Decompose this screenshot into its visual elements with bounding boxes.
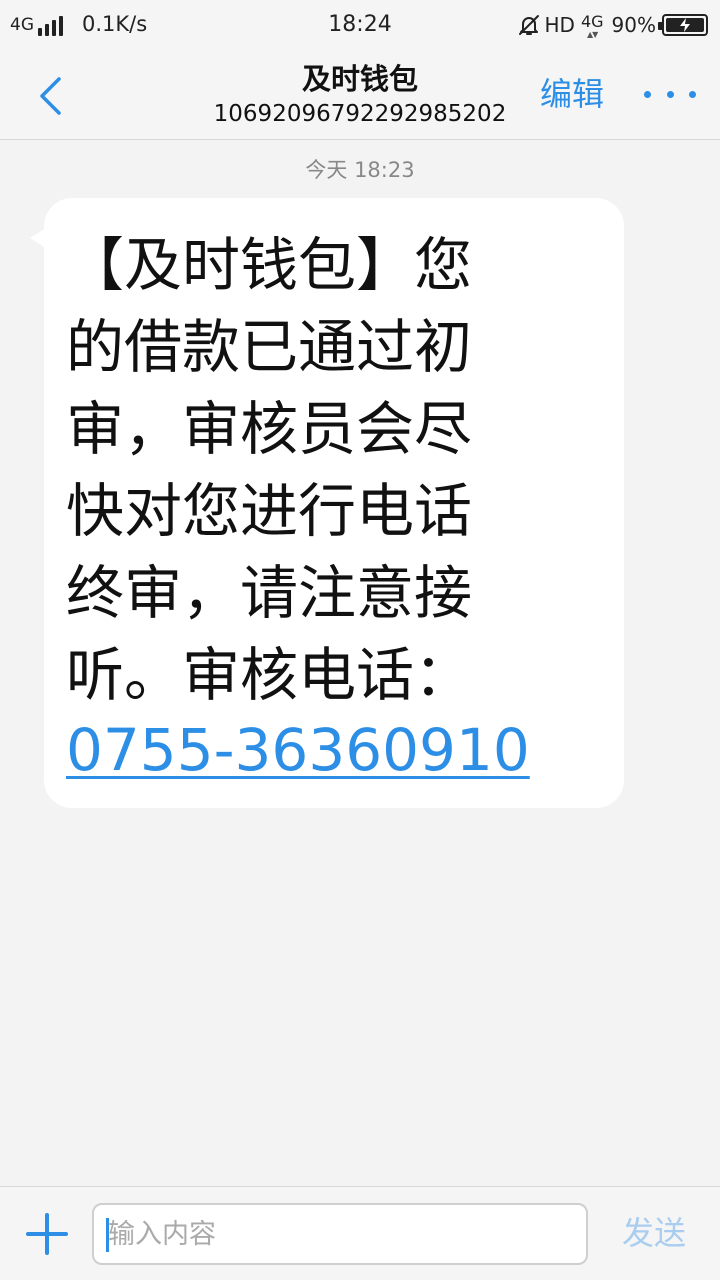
more-dots-icon bbox=[644, 90, 651, 98]
more-dots-icon bbox=[689, 90, 696, 98]
battery-percent: 90% bbox=[611, 13, 656, 37]
send-button[interactable]: 发送 bbox=[622, 1211, 686, 1255]
status-bar: 4G 0.1K/s 18:24 HD 4G ▲▼ 90% bbox=[0, 0, 720, 52]
message-text: 【及时钱包】您的借款已通过初审，审核员会尽快对您进行电话终审，请注意接听。审核电… bbox=[66, 231, 473, 709]
contact-number: 1069209679229298520​2 bbox=[213, 101, 507, 127]
network-type-right-label: 4G bbox=[580, 12, 604, 31]
hd-indicator: HD bbox=[544, 13, 575, 37]
edit-button[interactable]: 编辑 bbox=[540, 74, 604, 114]
message-timestamp: 今天 18:23 bbox=[305, 158, 415, 182]
messaging-screen: 4G 0.1K/s 18:24 HD 4G ▲▼ 90% 及时钱包 106920… bbox=[0, 0, 720, 1280]
more-button[interactable] bbox=[644, 72, 696, 116]
bubble-tail bbox=[30, 228, 46, 248]
more-dots-icon bbox=[666, 90, 674, 98]
message-input[interactable] bbox=[92, 1203, 588, 1265]
conversation-header: 及时钱包 1069209679229298520​2 编辑 bbox=[0, 52, 720, 140]
add-attachment-button[interactable] bbox=[26, 1213, 68, 1255]
data-arrows-icon: ▲▼ bbox=[586, 30, 598, 39]
bell-off-icon bbox=[518, 15, 539, 35]
compose-bar: 发送 bbox=[0, 1186, 720, 1280]
message-bubble[interactable]: 【及时钱包】您的借款已通过初审，审核员会尽快对您进行电话终审，请注意接听。审核电… bbox=[30, 198, 624, 808]
contact-name: 及时钱包 bbox=[301, 62, 418, 96]
network-type-right: 4G ▲▼ bbox=[580, 12, 604, 39]
battery-charging-icon bbox=[658, 14, 708, 36]
status-right: HD 4G ▲▼ 90% bbox=[517, 12, 708, 39]
text-caret bbox=[106, 1218, 109, 1252]
phone-number-link[interactable]: 0755-36360910 bbox=[66, 714, 530, 786]
